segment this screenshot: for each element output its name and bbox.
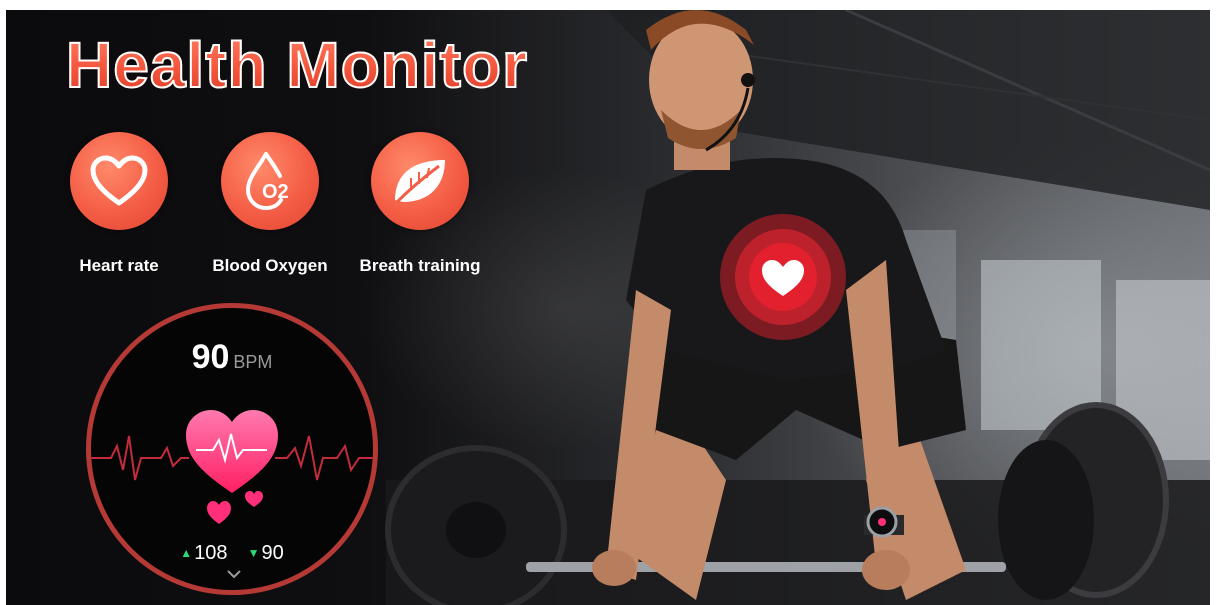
heart-pulse-marker-icon <box>720 214 846 340</box>
watch-face: 90 BPM ▲ 108 ▼ 90 <box>86 303 378 595</box>
heart-icon <box>186 410 278 493</box>
banner-background: Health Monitor Heart rate O2 Blood Oxyge… <box>6 10 1210 605</box>
min-value: 90 <box>261 542 284 564</box>
feature-label-heart-rate: Heart rate <box>79 256 159 275</box>
blood-drop-o2-icon: O2 <box>221 132 319 230</box>
feature-breath-training: Breath training <box>345 132 495 276</box>
chevron-down-icon <box>227 570 241 578</box>
small-heart-icon <box>207 501 231 524</box>
max-value: 108 <box>194 542 228 564</box>
o2-icon-text: O2 <box>262 181 289 203</box>
page-title: Health Monitor <box>65 28 528 102</box>
feature-label-blood-oxygen: Blood Oxygen <box>212 256 328 275</box>
ecg-line-left <box>91 435 189 481</box>
feature-heart-rate: Heart rate <box>44 132 194 276</box>
min-max-stats: ▲ 108 ▼ 90 <box>91 542 373 565</box>
feature-label-breath-training: Breath training <box>359 256 481 275</box>
arrow-up-icon: ▲ <box>180 546 193 560</box>
leaf-icon <box>371 132 469 230</box>
small-heart-icon <box>245 491 263 507</box>
product-banner: Health Monitor Heart rate O2 Blood Oxyge… <box>0 0 1216 605</box>
min-stat: ▼ 90 <box>248 542 284 565</box>
feature-blood-oxygen: O2 Blood Oxygen <box>195 132 345 276</box>
ecg-line-right <box>275 435 373 481</box>
arrow-down-icon: ▼ <box>247 546 260 560</box>
heart-outline-icon <box>70 132 168 230</box>
max-stat: ▲ 108 <box>180 542 227 565</box>
